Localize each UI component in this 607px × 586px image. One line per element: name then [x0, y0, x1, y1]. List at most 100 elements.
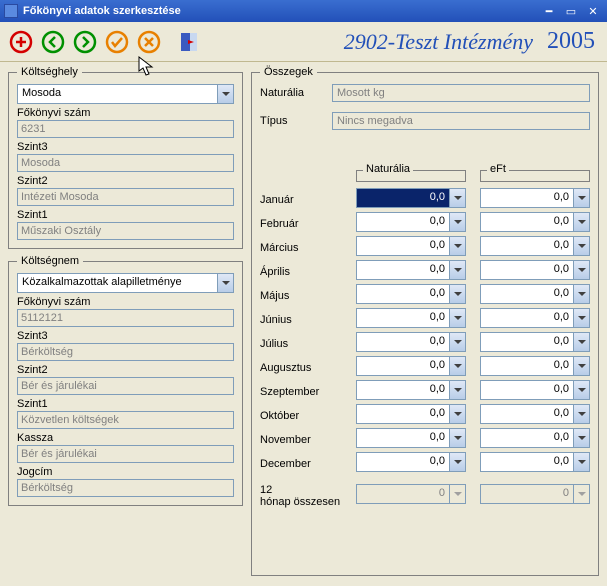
naturalia-cell[interactable]: 0,0: [356, 332, 466, 352]
eft-cell[interactable]: 0,0: [480, 308, 590, 328]
month-label: Január: [260, 188, 342, 212]
koltseghely-combo-value: Mosoda: [18, 85, 217, 103]
naturalia-cell[interactable]: 0,0: [356, 404, 466, 424]
month-label: Április: [260, 260, 342, 284]
naturalia-cell[interactable]: 0,0: [356, 428, 466, 448]
naturalia-cell[interactable]: 0,0: [356, 260, 466, 280]
chevron-down-icon[interactable]: [573, 429, 589, 447]
kn-jogcim-field: [17, 479, 234, 497]
chevron-down-icon[interactable]: [573, 405, 589, 423]
exit-button[interactable]: [176, 29, 202, 55]
chevron-down-icon[interactable]: [449, 309, 465, 327]
kh-szint2-label: Szint2: [17, 175, 234, 187]
koltsegnem-group: Költségnem Közalkalmazottak alapilletmén…: [8, 255, 243, 506]
chevron-down-icon[interactable]: [449, 213, 465, 231]
cancel-button[interactable]: [136, 29, 162, 55]
naturalia-cell[interactable]: 0,0: [356, 212, 466, 232]
prev-button[interactable]: [40, 29, 66, 55]
chevron-down-icon[interactable]: [217, 274, 233, 292]
kh-szint2-field: [17, 188, 234, 206]
osszegek-legend: Összegek: [260, 66, 317, 78]
chevron-down-icon[interactable]: [449, 429, 465, 447]
kn-szint1-label: Szint1: [17, 398, 234, 410]
minimize-button[interactable]: ━: [539, 3, 559, 19]
koltsegnem-combo-value: Közalkalmazottak alapilletménye: [18, 274, 217, 292]
eft-cell[interactable]: 0,0: [480, 212, 590, 232]
chevron-down-icon[interactable]: [449, 189, 465, 207]
chevron-down-icon[interactable]: [573, 285, 589, 303]
eft-cell[interactable]: 0,0: [480, 356, 590, 376]
col-naturalia-head: Naturália: [356, 170, 466, 182]
eft-cell[interactable]: 0,0: [480, 380, 590, 400]
chevron-down-icon[interactable]: [573, 381, 589, 399]
chevron-down-icon[interactable]: [573, 213, 589, 231]
chevron-down-icon[interactable]: [217, 85, 233, 103]
chevron-down-icon[interactable]: [573, 261, 589, 279]
kh-szint1-field: [17, 222, 234, 240]
month-label: Augusztus: [260, 356, 342, 380]
kh-fokonyvi-label: Főkönyvi szám: [17, 107, 234, 119]
eft-cell[interactable]: 0,0: [480, 284, 590, 304]
naturalia-cell[interactable]: 0,0: [356, 356, 466, 376]
eft-cell[interactable]: 0,0: [480, 188, 590, 208]
toolbar: 2902-Teszt Intézmény 2005: [0, 22, 607, 62]
chevron-down-icon[interactable]: [449, 357, 465, 375]
chevron-down-icon[interactable]: [573, 309, 589, 327]
institution-name: 2902-Teszt Intézmény: [344, 29, 533, 55]
kh-fokonyvi-field: [17, 120, 234, 138]
total-label: 12hónap összesen: [260, 484, 342, 508]
koltseghely-combo[interactable]: Mosoda: [17, 84, 234, 104]
eft-cell[interactable]: 0,0: [480, 332, 590, 352]
naturalia-label: Naturália: [260, 87, 332, 99]
chevron-down-icon[interactable]: [573, 333, 589, 351]
koltseghely-legend: Költséghely: [17, 66, 82, 78]
chevron-down-icon[interactable]: [573, 237, 589, 255]
eft-cell[interactable]: 0,0: [480, 260, 590, 280]
eft-cell[interactable]: 0,0: [480, 428, 590, 448]
total-eft-cell: 0: [480, 484, 590, 504]
kn-jogcim-label: Jogcím: [17, 466, 234, 478]
kn-szint1-field: [17, 411, 234, 429]
kn-kassza-field: [17, 445, 234, 463]
naturalia-cell[interactable]: 0,0: [356, 380, 466, 400]
chevron-down-icon[interactable]: [573, 189, 589, 207]
naturalia-cell[interactable]: 0,0: [356, 236, 466, 256]
total-naturalia-cell: 0: [356, 484, 466, 504]
tipus-value: Nincs megadva: [332, 112, 590, 130]
chevron-down-icon[interactable]: [449, 333, 465, 351]
month-label: Május: [260, 284, 342, 308]
chevron-down-icon[interactable]: [449, 261, 465, 279]
koltsegnem-combo[interactable]: Közalkalmazottak alapilletménye: [17, 273, 234, 293]
kn-szint2-field: [17, 377, 234, 395]
naturalia-cell[interactable]: 0,0: [356, 452, 466, 472]
month-label: Szeptember: [260, 380, 342, 404]
kn-fokonyvi-label: Főkönyvi szám: [17, 296, 234, 308]
chevron-down-icon[interactable]: [449, 453, 465, 471]
kn-szint3-label: Szint3: [17, 330, 234, 342]
chevron-down-icon[interactable]: [449, 381, 465, 399]
naturalia-cell[interactable]: 0,0: [356, 284, 466, 304]
eft-cell[interactable]: 0,0: [480, 236, 590, 256]
ok-button[interactable]: [104, 29, 130, 55]
maximize-button[interactable]: ▭: [561, 3, 581, 19]
chevron-down-icon[interactable]: [573, 453, 589, 471]
tipus-label: Típus: [260, 115, 332, 127]
eft-cell[interactable]: 0,0: [480, 404, 590, 424]
kn-kassza-label: Kassza: [17, 432, 234, 444]
close-button[interactable]: ✕: [583, 3, 603, 19]
month-label: November: [260, 428, 342, 452]
next-button[interactable]: [72, 29, 98, 55]
chevron-down-icon[interactable]: [449, 285, 465, 303]
month-label: Június: [260, 308, 342, 332]
chevron-down-icon[interactable]: [449, 405, 465, 423]
month-label: December: [260, 452, 342, 476]
chevron-down-icon[interactable]: [449, 237, 465, 255]
chevron-down-icon[interactable]: [573, 357, 589, 375]
naturalia-cell[interactable]: 0,0: [356, 308, 466, 328]
kn-szint2-label: Szint2: [17, 364, 234, 376]
add-button[interactable]: [8, 29, 34, 55]
eft-cell[interactable]: 0,0: [480, 452, 590, 472]
naturalia-cell[interactable]: 0,0: [356, 188, 466, 208]
chevron-down-icon: [573, 485, 589, 503]
chevron-down-icon: [449, 485, 465, 503]
